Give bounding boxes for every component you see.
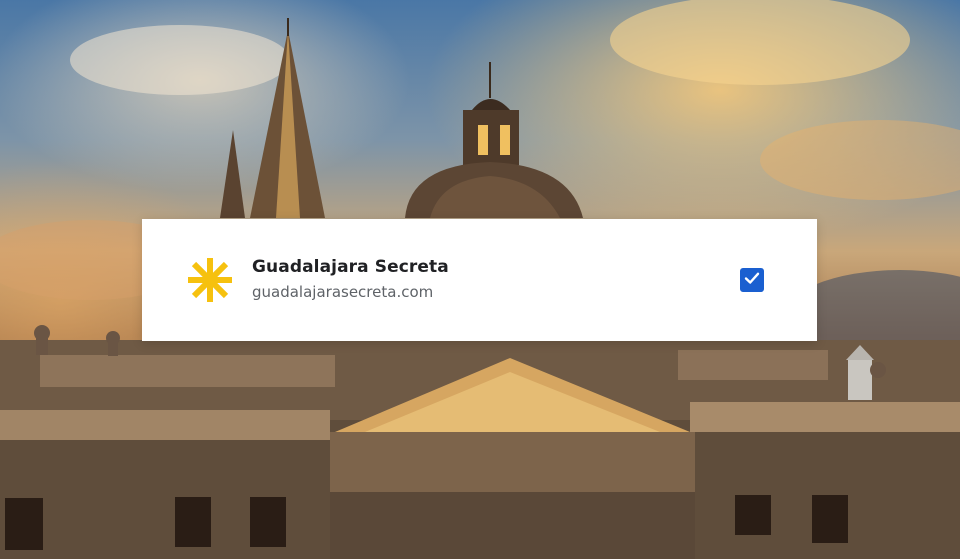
check-icon xyxy=(743,269,761,291)
asterisk-logo-icon xyxy=(185,255,235,305)
site-url: guadalajarasecreta.com xyxy=(252,283,434,301)
site-info: Guadalajara Secreta guadalajarasecreta.c… xyxy=(252,256,449,302)
site-account-card: Guadalajara Secreta guadalajarasecreta.c… xyxy=(142,219,817,341)
site-checkbox[interactable] xyxy=(740,268,764,292)
site-name: Guadalajara Secreta xyxy=(252,257,449,277)
